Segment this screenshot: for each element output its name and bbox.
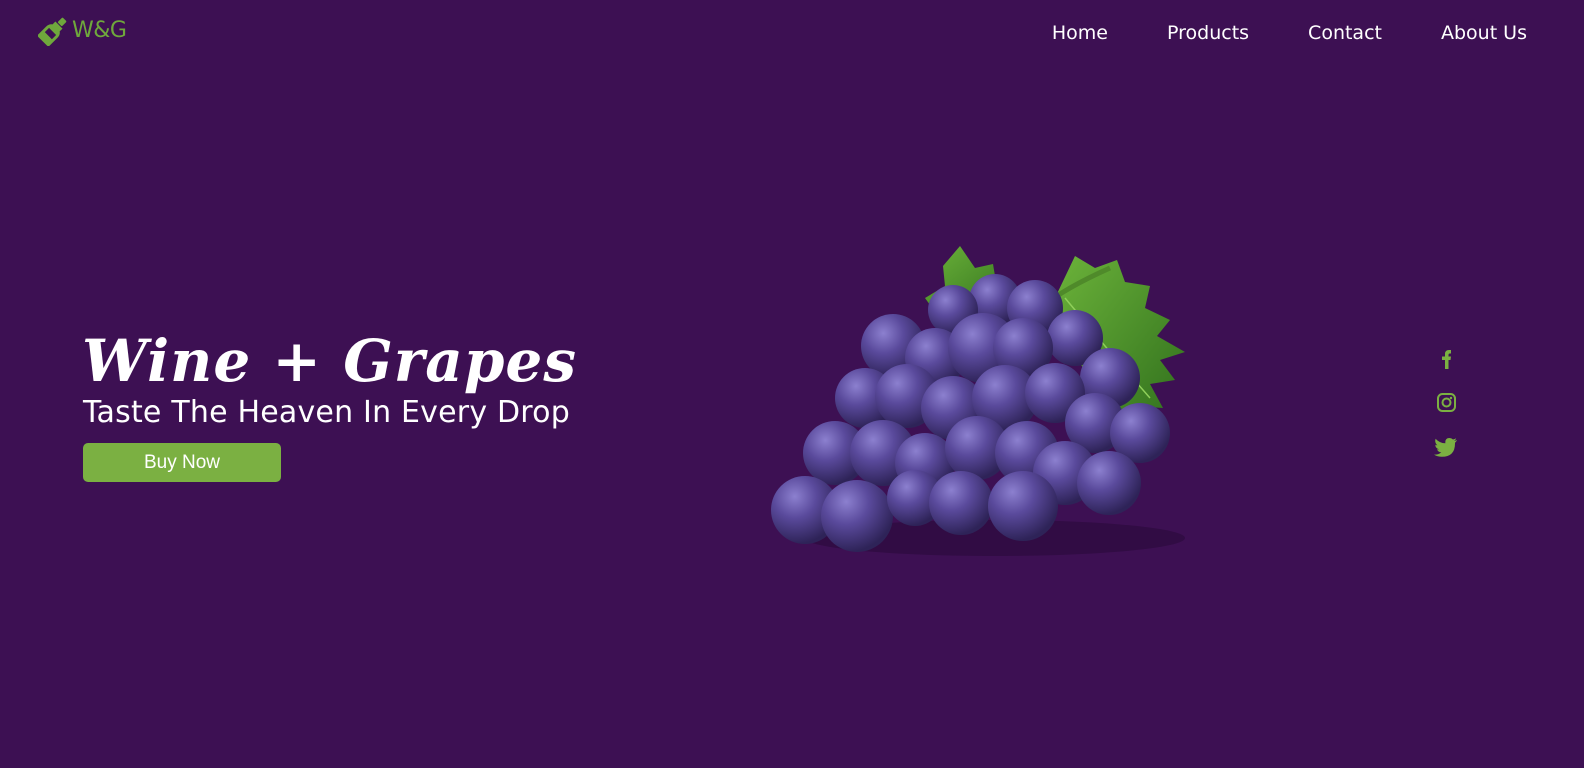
brand-name: W&G xyxy=(72,17,127,43)
instagram-icon[interactable] xyxy=(1433,392,1459,414)
facebook-icon[interactable] xyxy=(1433,348,1459,370)
twitter-icon[interactable] xyxy=(1433,436,1459,458)
nav-item-home[interactable]: Home xyxy=(1052,22,1108,44)
main-nav: Home Products Contact About Us xyxy=(1052,22,1527,44)
nav-item-products[interactable]: Products xyxy=(1167,22,1249,44)
grapes-image xyxy=(765,238,1245,568)
social-links xyxy=(1433,348,1459,458)
hero-title: Wine + Grapes xyxy=(82,327,577,395)
brand-logo[interactable]: W&G xyxy=(38,14,127,46)
buy-now-button[interactable]: Buy Now xyxy=(83,443,281,482)
nav-item-contact[interactable]: Contact xyxy=(1308,22,1382,44)
landing-page: W&G Home Products Contact About Us Wine … xyxy=(0,0,1584,768)
hero-subtitle: Taste The Heaven In Every Drop xyxy=(83,395,570,430)
wine-bottle-icon xyxy=(38,14,70,46)
nav-item-about-us[interactable]: About Us xyxy=(1441,22,1527,44)
